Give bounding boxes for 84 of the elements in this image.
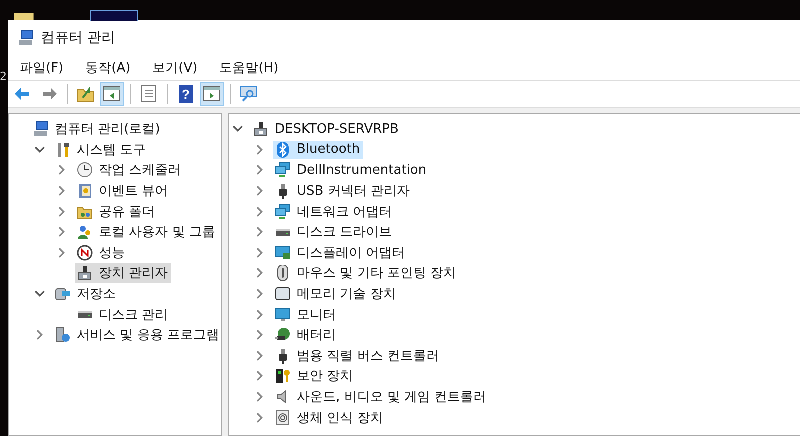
- monitor-icon: [275, 306, 291, 323]
- users-icon: [77, 224, 93, 240]
- chevron-right-icon[interactable]: [255, 289, 265, 300]
- chevron-right-icon[interactable]: [57, 165, 67, 176]
- chevron-right-icon[interactable]: [255, 268, 265, 278]
- disk-drive-icon: [77, 311, 93, 318]
- computer-icon: [18, 30, 34, 46]
- chevron-right-icon[interactable]: [255, 165, 265, 176]
- chevron-down-icon[interactable]: [35, 144, 45, 155]
- chevron-right-icon[interactable]: [255, 144, 265, 155]
- chevron-down-icon[interactable]: [35, 289, 45, 300]
- tree-item[interactable]: 보안 장치: [273, 366, 356, 386]
- tree-item[interactable]: DellInstrumentation: [273, 161, 430, 180]
- chevron-right-icon[interactable]: [255, 330, 265, 340]
- tree-item[interactable]: 디스크 드라이브: [273, 222, 396, 242]
- tree-item[interactable]: USB 커넥터 관리자: [273, 181, 413, 202]
- tree-item[interactable]: 이벤트 뷰어: [75, 181, 172, 202]
- fingerprint-icon: [275, 410, 291, 426]
- menu-item[interactable]: 파일(F): [20, 58, 64, 76]
- help-icon: ?: [179, 85, 193, 103]
- tree-item[interactable]: 배터리: [273, 325, 339, 346]
- device-manager-icon: [77, 265, 93, 282]
- tree-item[interactable]: 공유 폴더: [75, 202, 158, 222]
- menu-item[interactable]: 동작(A): [86, 58, 131, 76]
- mouse-icon: [275, 265, 291, 282]
- tree-item[interactable]: 디스플레이 어댑터: [273, 242, 408, 263]
- window-title: 컴퓨터 관리: [41, 28, 116, 46]
- chevron-right-icon[interactable]: [255, 227, 265, 238]
- desktop-selection: [90, 10, 138, 21]
- tree-item[interactable]: 생체 인식 장치: [273, 408, 386, 428]
- tree-item[interactable]: 마우스 및 기타 포인팅 장치: [273, 263, 460, 284]
- tree-item[interactable]: 범용 직렬 버스 컨트롤러: [273, 346, 442, 366]
- chevron-right-icon[interactable]: [57, 206, 67, 217]
- help-button[interactable]: ?: [174, 82, 198, 106]
- clock-icon: [77, 162, 93, 178]
- tree-item[interactable]: 저장소: [53, 284, 119, 304]
- desktop-label: 2: [0, 70, 7, 83]
- tree-item[interactable]: 컴퓨터 관리(로컬): [31, 119, 164, 140]
- chevron-right-icon[interactable]: [57, 248, 67, 258]
- chevron-right-icon[interactable]: [57, 227, 67, 238]
- tree-item[interactable]: 장치 관리자: [75, 263, 172, 284]
- chevron-right-icon[interactable]: [255, 371, 265, 382]
- menu-item[interactable]: 보기(V): [152, 58, 198, 76]
- chevron-right-icon[interactable]: [35, 330, 45, 340]
- tree-item[interactable]: 메모리 기술 장치: [273, 284, 400, 304]
- tree-item[interactable]: 성능: [75, 242, 128, 263]
- chevron-right-icon[interactable]: [255, 186, 265, 196]
- services-icon: [55, 327, 71, 344]
- tree-item[interactable]: 사운드, 비디오 및 게임 컨트롤러: [273, 387, 490, 408]
- device-manager-icon: [253, 121, 269, 138]
- tree-item[interactable]: 작업 스케줄러: [75, 160, 184, 180]
- tree-item[interactable]: DESKTOP-SERVRPB: [251, 120, 402, 138]
- chevron-right-icon[interactable]: [255, 310, 265, 320]
- chevron-down-icon[interactable]: [233, 124, 243, 134]
- tree-pane-icon: [102, 84, 122, 104]
- computer-icon: [33, 121, 49, 138]
- key-icon: [275, 368, 291, 384]
- chevron-right-icon[interactable]: [255, 206, 265, 217]
- tree-item[interactable]: 디스크 관리: [75, 304, 172, 325]
- monitor-search-icon: [239, 84, 259, 104]
- menu-item[interactable]: 도움말(H): [220, 58, 279, 76]
- chevron-right-icon[interactable]: [255, 248, 265, 258]
- event-log-icon: [77, 183, 93, 200]
- display-adapter-icon: [275, 244, 291, 261]
- disk-drive-icon: [275, 228, 291, 236]
- chevron-right-icon[interactable]: [57, 186, 67, 196]
- chevron-right-icon[interactable]: [255, 392, 265, 402]
- tree-item[interactable]: Bluetooth: [273, 140, 364, 159]
- bluetooth-icon: [275, 142, 291, 158]
- tree-pane-button[interactable]: [100, 82, 124, 106]
- network-icon: [275, 162, 291, 178]
- network-icon: [275, 204, 291, 220]
- action-pane-button[interactable]: [200, 82, 224, 106]
- tree-item[interactable]: 로컬 사용자 및 그룹: [75, 222, 218, 242]
- chevron-right-icon[interactable]: [255, 350, 265, 361]
- chevron-right-icon[interactable]: [255, 412, 265, 423]
- tree-item[interactable]: 시스템 도구: [53, 140, 150, 160]
- tree-item[interactable]: 모니터: [273, 304, 339, 325]
- action-pane-icon: [202, 84, 222, 104]
- properties-icon: [139, 84, 159, 104]
- memory-card-icon: [275, 286, 291, 302]
- tree-item[interactable]: 네트워크 어댑터: [273, 202, 396, 222]
- storage-icon: [55, 286, 71, 302]
- tree-item[interactable]: 서비스 및 응용 프로그램: [53, 325, 221, 346]
